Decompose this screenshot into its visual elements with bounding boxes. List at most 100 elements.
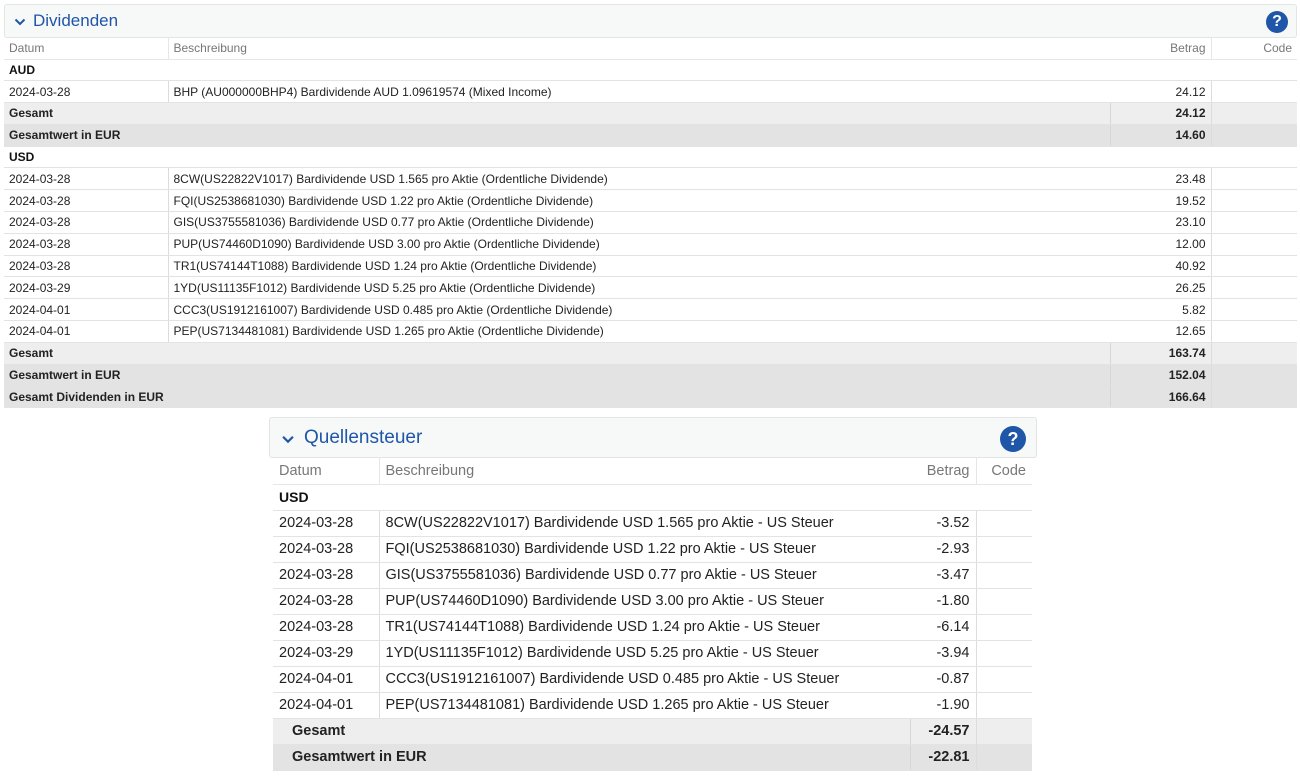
column-header-amount[interactable]: Betrag	[910, 458, 977, 485]
row-date: 2024-03-28	[4, 167, 169, 191]
row-amount: 12.65	[1110, 320, 1212, 343]
row-amount: -3.47	[910, 562, 977, 589]
column-header-date[interactable]: Datum	[273, 458, 380, 485]
row-date: 2024-04-01	[4, 320, 169, 343]
eur-total-code	[1211, 364, 1297, 387]
grand-total-amount: 166.64	[1110, 385, 1212, 409]
currency-label: AUD	[4, 59, 1297, 82]
row-amount: -6.14	[910, 614, 977, 641]
table-row: 2024-04-01 PEP(US7134481081) Bardividend…	[4, 320, 1297, 343]
column-header-amount[interactable]: Betrag	[1110, 38, 1212, 60]
table-row: 2024-04-01 CCC3(US1912161007) Bardividen…	[4, 298, 1297, 322]
help-icon[interactable]: ?	[1266, 11, 1288, 33]
row-date: 2024-03-28	[273, 588, 380, 615]
row-amount: 26.25	[1110, 276, 1212, 300]
row-code	[976, 510, 1032, 537]
row-description: PEP(US7134481081) Bardividende USD 1.265…	[168, 320, 1110, 343]
row-date: 2024-04-01	[4, 298, 169, 322]
row-code	[976, 536, 1032, 563]
withholding-section: Quellensteuer ? Datum Beschreibung Betra…	[269, 417, 1037, 771]
row-code	[1211, 233, 1297, 256]
table-row: 2024-03-28 PUP(US74460D1090) Bardividend…	[4, 233, 1297, 256]
column-header-description[interactable]: Beschreibung	[168, 38, 1110, 60]
row-description: FQI(US2538681030) Bardividende USD 1.22 …	[379, 536, 910, 563]
chevron-down-icon[interactable]	[281, 434, 295, 445]
row-description: BHP (AU000000BHP4) Bardividende AUD 1.09…	[168, 80, 1110, 104]
eur-total-row: Gesamtwert in EUR 152.04	[4, 364, 1297, 387]
table-row: 2024-04-01 CCC3(US1912161007) Bardividen…	[273, 666, 1032, 693]
subtotal-label: Gesamt	[4, 102, 1111, 125]
column-header-code[interactable]: Code	[976, 458, 1032, 485]
table-row: 2024-03-28 GIS(US3755581036) Bardividend…	[273, 562, 1032, 589]
subtotal-row: Gesamt -24.57	[273, 718, 1032, 745]
subtotal-code	[976, 718, 1032, 745]
eur-total-label: Gesamtwert in EUR	[4, 124, 1111, 147]
row-description: FQI(US2538681030) Bardividende USD 1.22 …	[168, 189, 1110, 213]
row-amount: 19.52	[1110, 189, 1212, 213]
table-row: 2024-03-28 TR1(US74144T1088) Bardividend…	[273, 614, 1032, 641]
row-code	[976, 666, 1032, 693]
table-row: 2024-03-28 GIS(US3755581036) Bardividend…	[4, 211, 1297, 234]
row-date: 2024-03-28	[4, 233, 169, 256]
row-date: 2024-04-01	[273, 692, 380, 719]
dividends-section-title: Dividenden	[33, 11, 119, 30]
row-description: CCC3(US1912161007) Bardividende USD 0.48…	[379, 666, 910, 693]
withholding-table: Datum Beschreibung Betrag Code USD 2024-…	[273, 458, 1032, 771]
help-icon[interactable]: ?	[1000, 426, 1026, 452]
row-date: 2024-03-29	[4, 276, 169, 300]
currency-group-row: USD	[273, 484, 1032, 511]
row-description: PUP(US74460D1090) Bardividende USD 3.00 …	[379, 588, 910, 615]
dividends-section: Dividenden ? Datum Beschreibung Betrag C…	[4, 4, 1297, 409]
currency-label: USD	[4, 146, 1297, 169]
eur-total-amount: -22.81	[910, 744, 977, 771]
row-code	[976, 692, 1032, 719]
column-header-code[interactable]: Code	[1211, 38, 1297, 60]
subtotal-code	[1211, 342, 1297, 365]
column-header-date[interactable]: Datum	[4, 38, 169, 60]
withholding-section-header[interactable]: Quellensteuer ?	[269, 417, 1037, 458]
currency-group-row: USD	[4, 146, 1297, 169]
row-description: 1YD(US11135F1012) Bardividende USD 5.25 …	[168, 276, 1110, 300]
row-code	[1211, 211, 1297, 234]
row-code	[1211, 189, 1297, 213]
row-amount: 24.12	[1110, 80, 1212, 104]
row-description: 1YD(US11135F1012) Bardividende USD 5.25 …	[379, 640, 910, 667]
eur-total-code	[1211, 124, 1297, 147]
row-amount: 40.92	[1110, 255, 1212, 278]
table-row: 2024-03-28 FQI(US2538681030) Bardividend…	[273, 536, 1032, 563]
chevron-down-icon[interactable]	[14, 17, 26, 27]
withholding-section-title: Quellensteuer	[304, 427, 423, 448]
dividends-table: Datum Beschreibung Betrag Code AUD 2024-…	[4, 38, 1297, 409]
row-date: 2024-03-28	[273, 562, 380, 589]
subtotal-row: Gesamt 24.12	[4, 102, 1297, 125]
row-amount: 23.10	[1110, 211, 1212, 234]
subtotal-label: Gesamt	[4, 342, 1111, 365]
row-description: 8CW(US22822V1017) Bardividende USD 1.565…	[379, 510, 910, 537]
row-code	[1211, 80, 1297, 104]
row-code	[976, 562, 1032, 589]
eur-total-amount: 14.60	[1110, 124, 1212, 147]
eur-total-row: Gesamtwert in EUR -22.81	[273, 744, 1032, 771]
eur-total-label: Gesamtwert in EUR	[273, 744, 911, 771]
row-date: 2024-03-28	[4, 80, 169, 104]
subtotal-label: Gesamt	[273, 718, 911, 745]
dividends-header-row: Datum Beschreibung Betrag Code	[4, 38, 1297, 60]
row-date: 2024-03-28	[273, 614, 380, 641]
currency-label: USD	[273, 484, 1032, 511]
row-description: TR1(US74144T1088) Bardividende USD 1.24 …	[379, 614, 910, 641]
table-row: 2024-03-28 FQI(US2538681030) Bardividend…	[4, 189, 1297, 213]
row-description: 8CW(US22822V1017) Bardividende USD 1.565…	[168, 167, 1110, 191]
column-header-description[interactable]: Beschreibung	[379, 458, 910, 485]
eur-total-amount: 152.04	[1110, 364, 1212, 387]
row-date: 2024-03-29	[273, 640, 380, 667]
row-code	[1211, 255, 1297, 278]
row-amount: -3.94	[910, 640, 977, 667]
dividends-section-header[interactable]: Dividenden ?	[4, 4, 1297, 38]
row-amount: -1.90	[910, 692, 977, 719]
row-amount: 23.48	[1110, 167, 1212, 191]
row-amount: -1.80	[910, 588, 977, 615]
currency-group-row: AUD	[4, 59, 1297, 82]
row-code	[1211, 298, 1297, 322]
grand-total-row: Gesamt Dividenden in EUR 166.64	[4, 385, 1297, 409]
row-date: 2024-03-28	[4, 255, 169, 278]
